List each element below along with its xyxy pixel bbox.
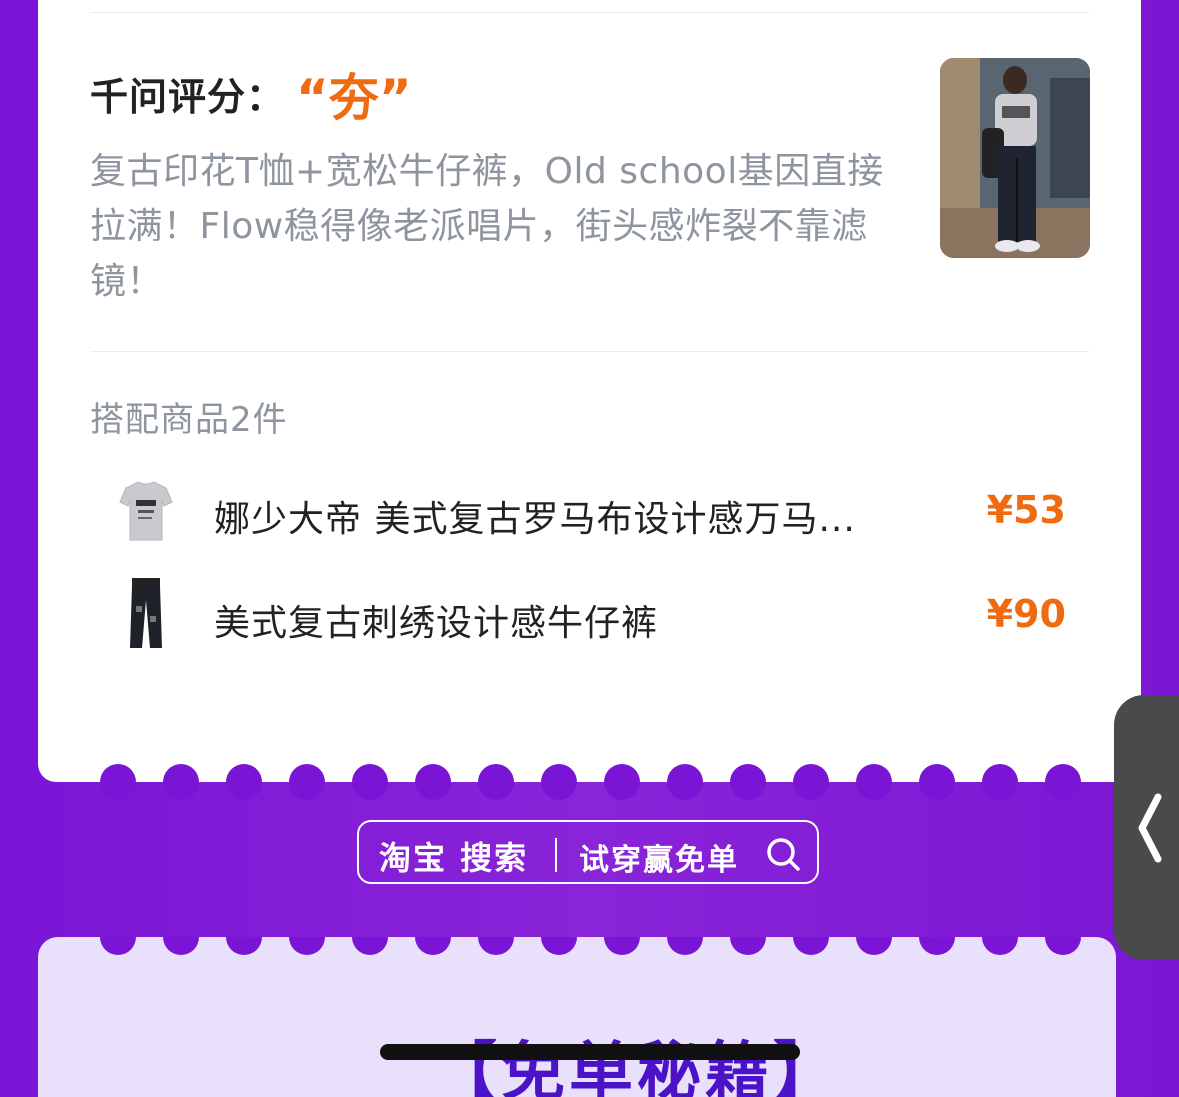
top-divider [90, 12, 1089, 13]
lower-scallop-edge [100, 937, 1081, 955]
search-separator [555, 838, 557, 872]
search-cta-label: 试穿赢免单 [579, 843, 739, 878]
product-price: ¥53 [986, 488, 1066, 532]
jeans-thumbnail-icon [116, 576, 176, 656]
search-brand-label: 淘宝 搜索 [379, 839, 529, 877]
outfit-photo-icon [940, 58, 1090, 258]
search-icon [765, 836, 801, 876]
taobao-search-button[interactable]: 淘宝 搜索 试穿赢免单 [357, 820, 819, 884]
product-item[interactable]: 娜少大帝 美式复古罗马布设计感万马... ¥53 [116, 472, 1116, 562]
home-indicator[interactable] [380, 1044, 800, 1060]
product-name: 娜少大帝 美式复古罗马布设计感万马... [214, 499, 856, 540]
rating-label: 千问评分： [90, 75, 286, 119]
match-items-title: 搭配商品2件 [90, 400, 288, 440]
product-name: 美式复古刺绣设计感牛仔裤 [214, 603, 659, 644]
review-description: 复古印花T恤+宽松牛仔裤，Old school基因直接拉满！Flow稳得像老派唱… [90, 151, 884, 302]
section-divider [90, 351, 1089, 352]
card-scallop-edge [100, 764, 1081, 800]
product-price: ¥90 [986, 592, 1066, 636]
side-panel-handle[interactable] [1114, 695, 1179, 960]
product-item[interactable]: 美式复古刺绣设计感牛仔裤 ¥90 [116, 576, 1116, 666]
rating-value: “夯” [296, 69, 412, 127]
tshirt-thumbnail-icon [116, 472, 176, 552]
outfit-photo[interactable] [940, 58, 1090, 258]
free-order-tips-card: 【免单秘籍】 [38, 937, 1116, 1097]
outfit-review-card: 千问评分： “夯” 复古印花T恤+宽松牛仔裤，Old school基因直接拉满！… [38, 0, 1141, 782]
chevron-left-icon [1138, 793, 1162, 863]
